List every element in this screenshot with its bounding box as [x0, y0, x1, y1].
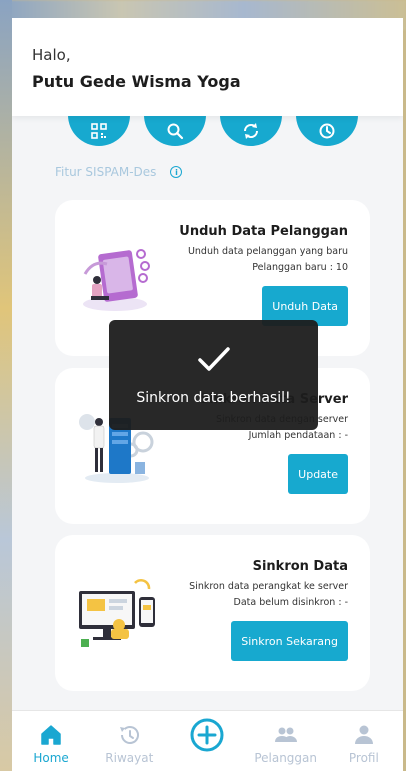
info-icon[interactable]: i	[170, 166, 183, 178]
card-description: Sinkron data perangkat ke server Data be…	[189, 579, 348, 611]
card-desc-line: Pelanggan baru : 10	[252, 262, 348, 273]
history-icon	[120, 726, 140, 744]
checkmark-icon	[197, 347, 230, 371]
nav-home[interactable]: Home	[16, 723, 86, 765]
background-edge	[0, 0, 12, 771]
card-sync-data: Sinkron Data Sinkron data perangkat ke s…	[55, 535, 370, 691]
toast-message: Sinkron data berhasil!	[136, 390, 291, 406]
people-icon	[274, 727, 297, 742]
qr-code-icon	[91, 123, 107, 139]
sync-icon	[243, 123, 259, 139]
card-description: Unduh data pelanggan yang baru Pelanggan…	[188, 244, 348, 276]
bottom-navigation: Home Riwayat Pelanggan Profil	[12, 710, 403, 771]
home-icon	[41, 725, 61, 745]
card-desc-line: Jumlah pendataan : -	[248, 430, 348, 441]
header: Halo, Putu Gede Wisma Yoga	[12, 18, 403, 116]
add-circle-icon	[190, 718, 224, 752]
card-desc-line: Data belum disinkron : -	[233, 597, 349, 608]
toast-notification: Sinkron data berhasil!	[109, 320, 318, 430]
card-desc-line: Unduh data pelanggan yang baru	[187, 246, 348, 257]
card-desc-line: Sinkron data perangkat ke server	[189, 581, 348, 592]
nav-customers-label: Pelanggan	[254, 751, 317, 765]
clock-icon	[319, 123, 335, 139]
nav-home-label: Home	[33, 751, 69, 765]
person-icon	[354, 725, 373, 744]
nav-history-label: Riwayat	[105, 751, 154, 765]
sync-illustration-icon	[79, 579, 155, 647]
feature-section-label: Fitur SISPAM-Des i	[55, 165, 183, 179]
greeting: Halo,	[32, 46, 71, 64]
sync-now-button[interactable]: Sinkron Sekarang	[231, 621, 348, 661]
nav-add[interactable]	[172, 718, 242, 753]
nav-customers[interactable]: Pelanggan	[251, 723, 321, 765]
nav-profile-label: Profil	[348, 751, 379, 765]
download-illustration-icon	[83, 249, 150, 311]
user-name: Putu Gede Wisma Yoga	[32, 72, 241, 91]
nav-history[interactable]: Riwayat	[94, 723, 164, 765]
card-title: Sinkron Data	[252, 559, 348, 574]
feature-section-title: Fitur SISPAM-Des	[55, 165, 157, 179]
app-screen: Halo, Putu Gede Wisma Yoga Fitur SISPAM-…	[12, 18, 403, 771]
search-icon	[167, 123, 184, 140]
nav-profile[interactable]: Profil	[329, 723, 399, 765]
update-button[interactable]: Update	[288, 454, 348, 494]
card-title: Unduh Data Pelanggan	[179, 224, 348, 239]
